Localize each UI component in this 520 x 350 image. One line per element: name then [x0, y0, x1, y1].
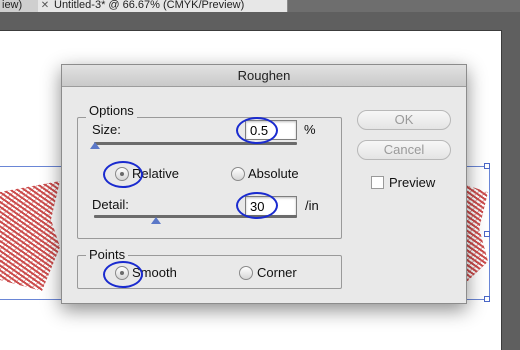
tab-label: iew)	[2, 0, 23, 11]
absolute-label[interactable]: Absolute	[248, 166, 299, 182]
detail-label: Detail:	[92, 197, 129, 212]
points-group-label: Points	[86, 248, 129, 262]
smooth-highlight-ring	[103, 261, 143, 288]
preview-label[interactable]: Preview	[389, 175, 435, 191]
tab-label: Untitled-3* @ 66.67% (CMYK/Preview)	[54, 0, 245, 11]
document-tab-bar: iew) ✕ ✕ Untitled-3* @ 66.67% (CMYK/Previ…	[0, 0, 520, 12]
detail-highlight-ring	[236, 192, 278, 219]
tab-untitled-3[interactable]: ✕ Untitled-3* @ 66.67% (CMYK/Preview)	[38, 0, 288, 12]
selection-handle-right[interactable]	[484, 231, 490, 237]
detail-slider-thumb[interactable]	[151, 217, 161, 224]
dialog-title: Roughen	[62, 65, 466, 87]
size-highlight-ring	[236, 117, 278, 144]
preview-checkbox[interactable]	[371, 176, 384, 189]
ok-button[interactable]: OK	[357, 110, 451, 130]
absolute-radio[interactable]	[231, 167, 245, 181]
corner-radio[interactable]	[239, 266, 253, 280]
selection-handle-top-right[interactable]	[484, 163, 490, 169]
size-slider-thumb[interactable]	[90, 142, 100, 149]
size-label: Size:	[92, 122, 121, 137]
close-icon[interactable]: ✕	[40, 1, 50, 11]
cancel-button[interactable]: Cancel	[357, 140, 451, 160]
roughen-dialog: Roughen Options Size: % Relative Absolut…	[61, 64, 467, 304]
options-group-label: Options	[86, 104, 137, 118]
size-unit: %	[304, 122, 316, 137]
detail-unit: /in	[305, 198, 319, 213]
selection-handle-bottom-right[interactable]	[484, 296, 490, 302]
corner-label[interactable]: Corner	[257, 265, 297, 281]
relative-highlight-ring	[103, 161, 143, 188]
